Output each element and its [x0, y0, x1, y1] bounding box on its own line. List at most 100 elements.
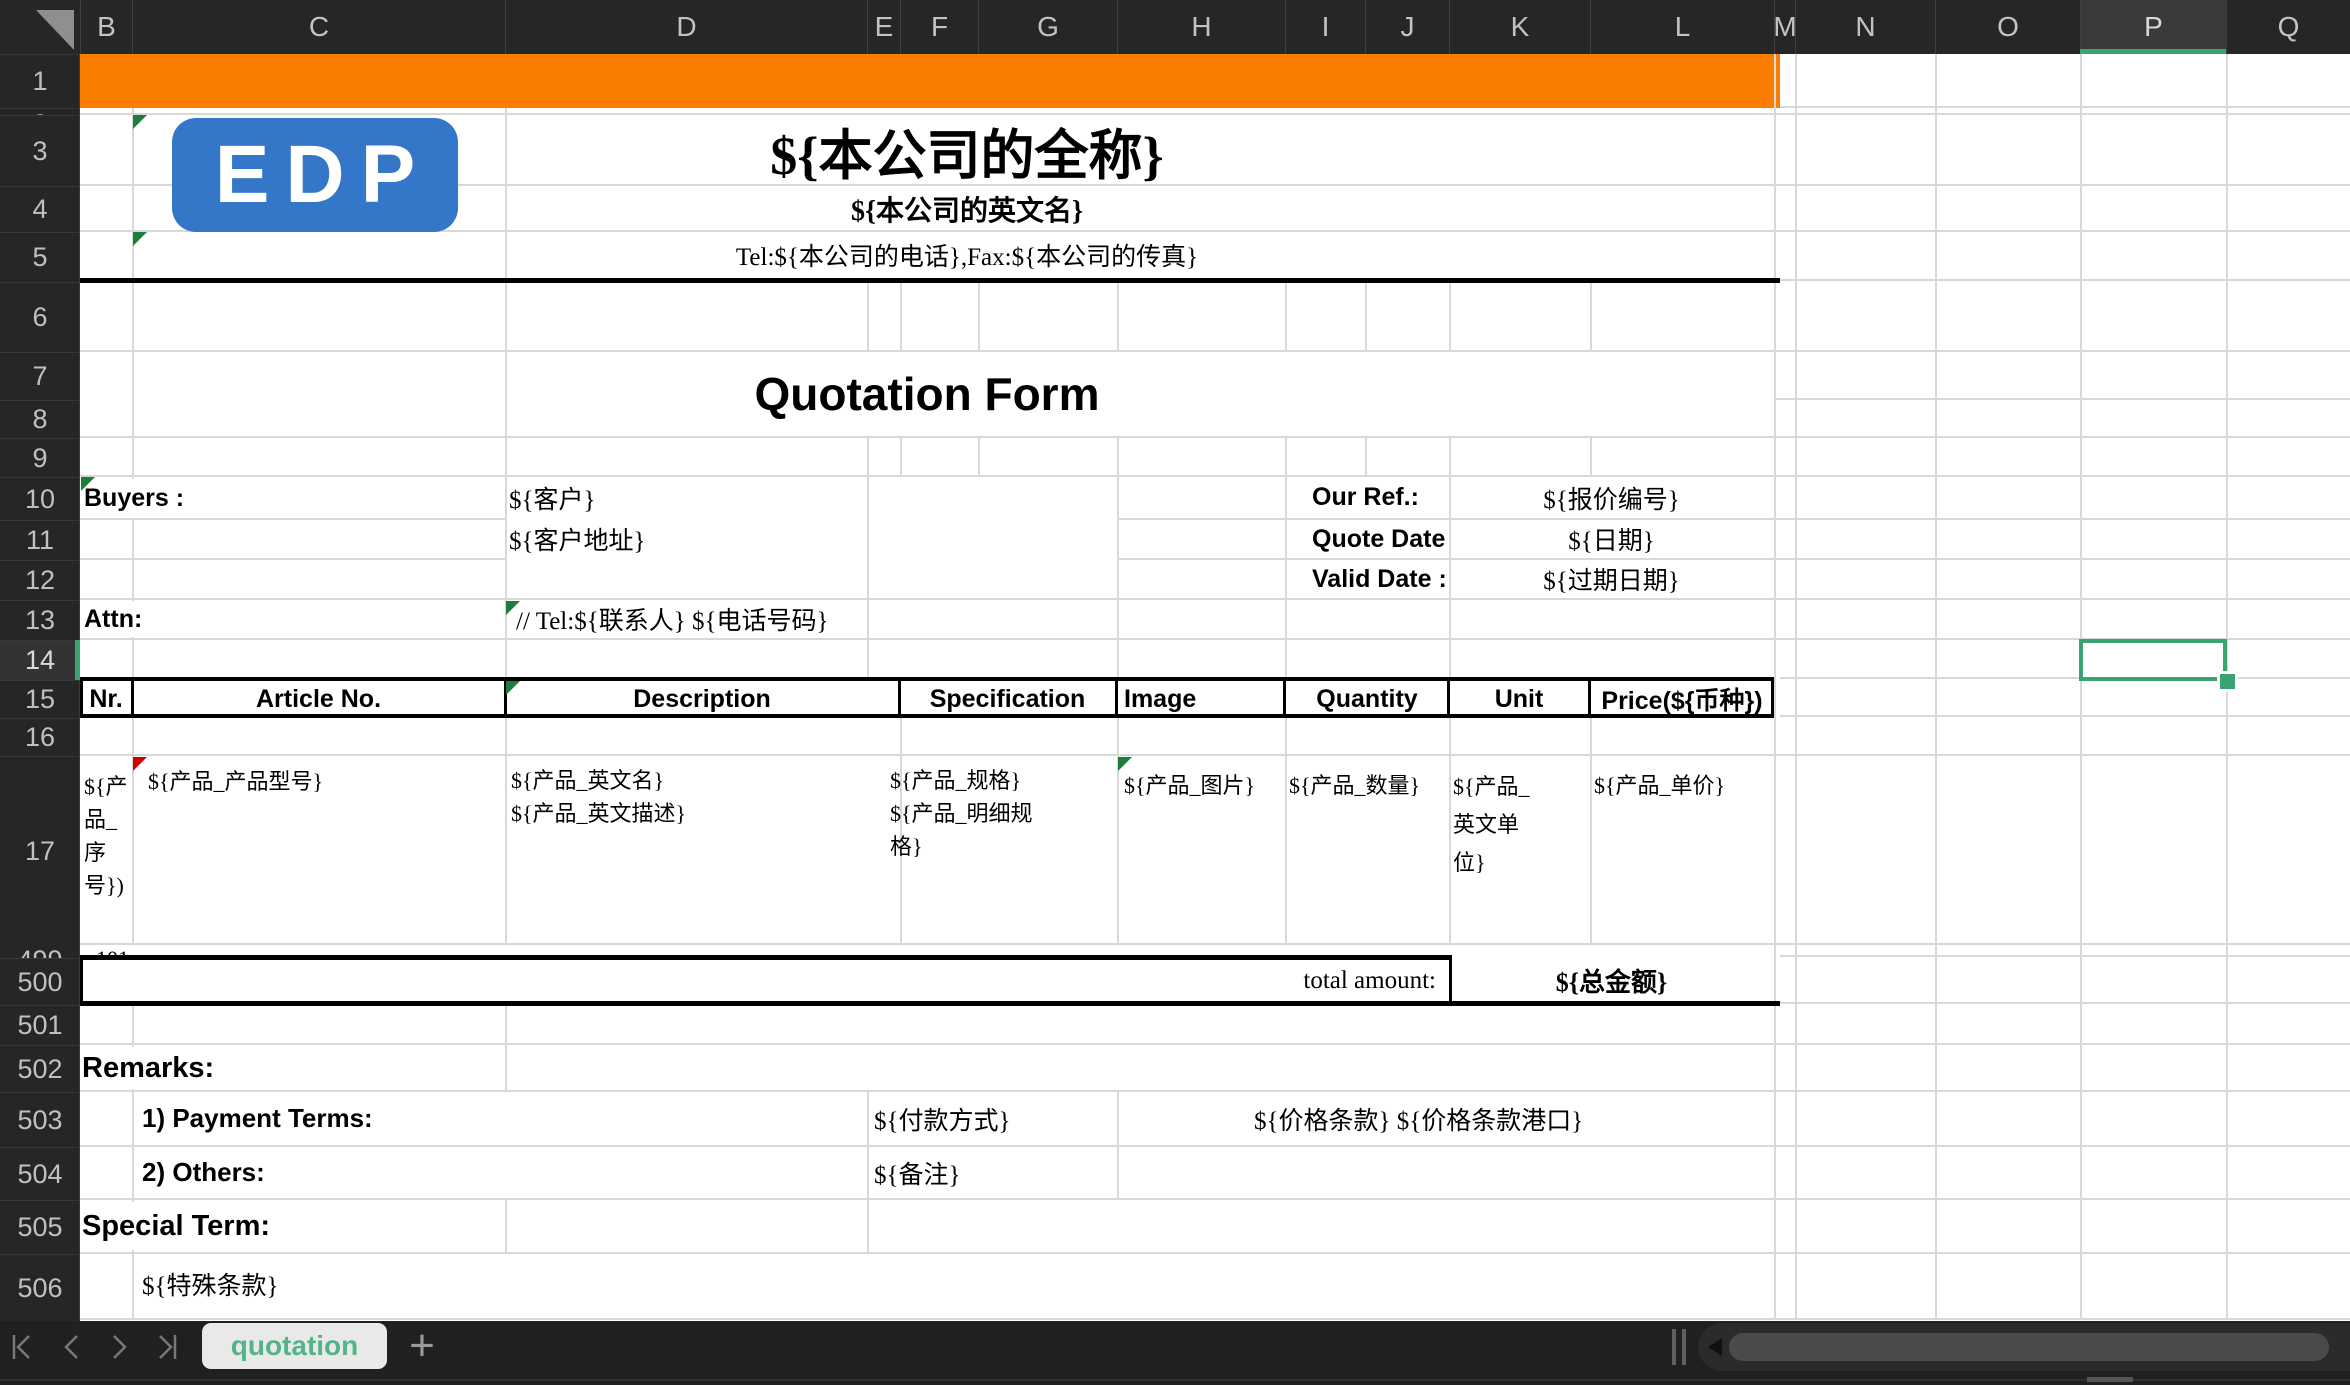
gridline-v: [1285, 718, 1287, 945]
column-header[interactable]: I: [1285, 0, 1365, 54]
next-sheet-icon[interactable]: [107, 1331, 133, 1363]
column-header[interactable]: E: [867, 0, 900, 54]
column-header[interactable]: M: [1774, 0, 1795, 54]
product-unit[interactable]: ${产品_英文单位}: [1453, 768, 1533, 882]
row-header[interactable]: 502: [0, 1045, 80, 1092]
scrollbar-grip-icon[interactable]: [1672, 1329, 1686, 1365]
company-name[interactable]: ${本公司的全称}: [160, 115, 1774, 186]
row-header[interactable]: 16: [0, 718, 80, 756]
scroll-left-arrow-icon[interactable]: [1708, 1338, 1722, 1356]
product-article[interactable]: ${产品_产品型号}: [148, 764, 498, 796]
product-image[interactable]: ${产品_图片}: [1124, 768, 1284, 800]
col-header-quantity[interactable]: Quantity: [1287, 682, 1447, 716]
fill-handle[interactable]: [2217, 671, 2238, 692]
payment-terms-label[interactable]: 1) Payment Terms:: [142, 1092, 502, 1145]
payment-terms-value[interactable]: ${付款方式}: [874, 1092, 1114, 1145]
column-header[interactable]: N: [1795, 0, 1935, 54]
row-header[interactable]: 5: [0, 232, 80, 282]
column-header[interactable]: Q: [2226, 0, 2350, 54]
col-header-unit[interactable]: Unit: [1451, 682, 1587, 716]
column-header[interactable]: O: [1935, 0, 2080, 54]
prev-sheet-icon[interactable]: [58, 1331, 84, 1363]
row-header[interactable]: 503: [0, 1092, 80, 1147]
gridline-h: [1780, 955, 2350, 957]
column-header[interactable]: H: [1117, 0, 1285, 54]
col-header-specification[interactable]: Specification: [901, 682, 1114, 716]
col-header-nr[interactable]: Nr.: [82, 682, 130, 716]
row-header[interactable]: 3: [0, 115, 80, 186]
row-header[interactable]: 504: [0, 1147, 80, 1200]
add-sheet-button[interactable]: +: [398, 1323, 446, 1369]
total-amount-label[interactable]: total amount:: [900, 958, 1436, 1003]
row-header[interactable]: 15: [0, 680, 80, 718]
buyers-label[interactable]: Buyers :: [84, 479, 334, 518]
row-header[interactable]: 10: [0, 477, 80, 520]
product-name[interactable]: ${产品_英文名}: [511, 764, 861, 797]
row-header[interactable]: 2: [0, 108, 80, 115]
quote-date-value[interactable]: ${日期}: [1449, 520, 1774, 558]
col-header-description[interactable]: Description: [507, 682, 897, 716]
first-sheet-icon[interactable]: [8, 1331, 34, 1363]
others-label[interactable]: 2) Others:: [142, 1147, 502, 1198]
product-nr[interactable]: ${产品_序号}): [84, 770, 130, 902]
h-scrollbar-thumb[interactable]: [1729, 1333, 2329, 1361]
column-header[interactable]: K: [1449, 0, 1590, 54]
column-header[interactable]: J: [1365, 0, 1449, 54]
column-header[interactable]: G: [978, 0, 1117, 54]
column-header[interactable]: F: [900, 0, 978, 54]
last-sheet-icon[interactable]: [155, 1331, 181, 1363]
row-header[interactable]: 6: [0, 282, 80, 352]
thick-border: [80, 677, 1774, 681]
row-header[interactable]: 17: [0, 756, 80, 945]
row-header[interactable]: 4: [0, 186, 80, 232]
total-amount-value[interactable]: ${总金额}: [1449, 958, 1774, 1003]
column-header[interactable]: C: [132, 0, 505, 54]
special-term-label[interactable]: Special Term:: [82, 1202, 402, 1250]
row-header-selected[interactable]: 14: [0, 640, 80, 680]
product-description[interactable]: ${产品_英文描述}: [511, 797, 861, 830]
row-header[interactable]: 8: [0, 400, 80, 438]
attn-value[interactable]: // Tel:${联系人} ${电话号码}: [516, 600, 1216, 638]
company-name-en[interactable]: ${本公司的英文名}: [160, 186, 1774, 232]
our-ref-value[interactable]: ${报价编号}: [1449, 477, 1774, 518]
row-header[interactable]: 1: [0, 54, 80, 108]
row-header[interactable]: 11: [0, 520, 80, 560]
clipped-row-text: 101: [96, 946, 129, 956]
remarks-title[interactable]: Remarks:: [82, 1047, 382, 1089]
column-header[interactable]: L: [1590, 0, 1774, 54]
buyer-name[interactable]: ${客户}: [509, 477, 1109, 518]
gridline-h: [80, 638, 2350, 640]
col-header-price[interactable]: Price(${币种}): [1592, 682, 1772, 716]
row-header[interactable]: 13: [0, 600, 80, 640]
form-title[interactable]: Quotation Form: [80, 352, 1774, 436]
row-header[interactable]: 500: [0, 958, 80, 1005]
col-header-image[interactable]: Image: [1124, 682, 1284, 716]
row-header[interactable]: 12: [0, 560, 80, 600]
special-term-value[interactable]: ${特殊条款}: [142, 1254, 562, 1314]
row-header[interactable]: 501: [0, 1005, 80, 1045]
product-spec[interactable]: ${产品_规格}: [890, 764, 1090, 797]
row-header[interactable]: 505: [0, 1200, 80, 1254]
column-header-selected[interactable]: P: [2080, 0, 2226, 54]
column-header[interactable]: B: [80, 0, 132, 54]
gridline-v: [1795, 54, 1797, 1318]
col-header-article[interactable]: Article No.: [134, 682, 503, 716]
attn-label[interactable]: Attn:: [84, 601, 284, 637]
row-header[interactable]: 9: [0, 438, 80, 477]
valid-date-value[interactable]: ${过期日期}: [1449, 560, 1774, 598]
column-header[interactable]: D: [505, 0, 867, 54]
sheet-tab-active[interactable]: quotation: [202, 1323, 387, 1369]
h-scrollbar-track[interactable]: [1698, 1323, 2350, 1371]
price-terms-value[interactable]: ${价格条款} ${价格条款港口}: [1254, 1092, 1774, 1145]
others-value[interactable]: ${备注}: [874, 1147, 1274, 1198]
product-spec-detail[interactable]: ${产品_明细规格}: [890, 797, 1048, 863]
row-header[interactable]: 506: [0, 1254, 80, 1321]
select-all-corner[interactable]: [0, 0, 80, 54]
buyer-address[interactable]: ${客户地址}: [509, 520, 1109, 558]
company-tel-fax[interactable]: Tel:${本公司的电话},Fax:${本公司的传真}: [160, 232, 1774, 278]
product-quantity[interactable]: ${产品_数量}: [1289, 768, 1447, 800]
row-header[interactable]: 7: [0, 352, 80, 400]
row-header[interactable]: 499: [0, 945, 80, 958]
product-price[interactable]: ${产品_单价}: [1594, 768, 1772, 800]
clipped-row[interactable]: 101: [84, 945, 384, 956]
